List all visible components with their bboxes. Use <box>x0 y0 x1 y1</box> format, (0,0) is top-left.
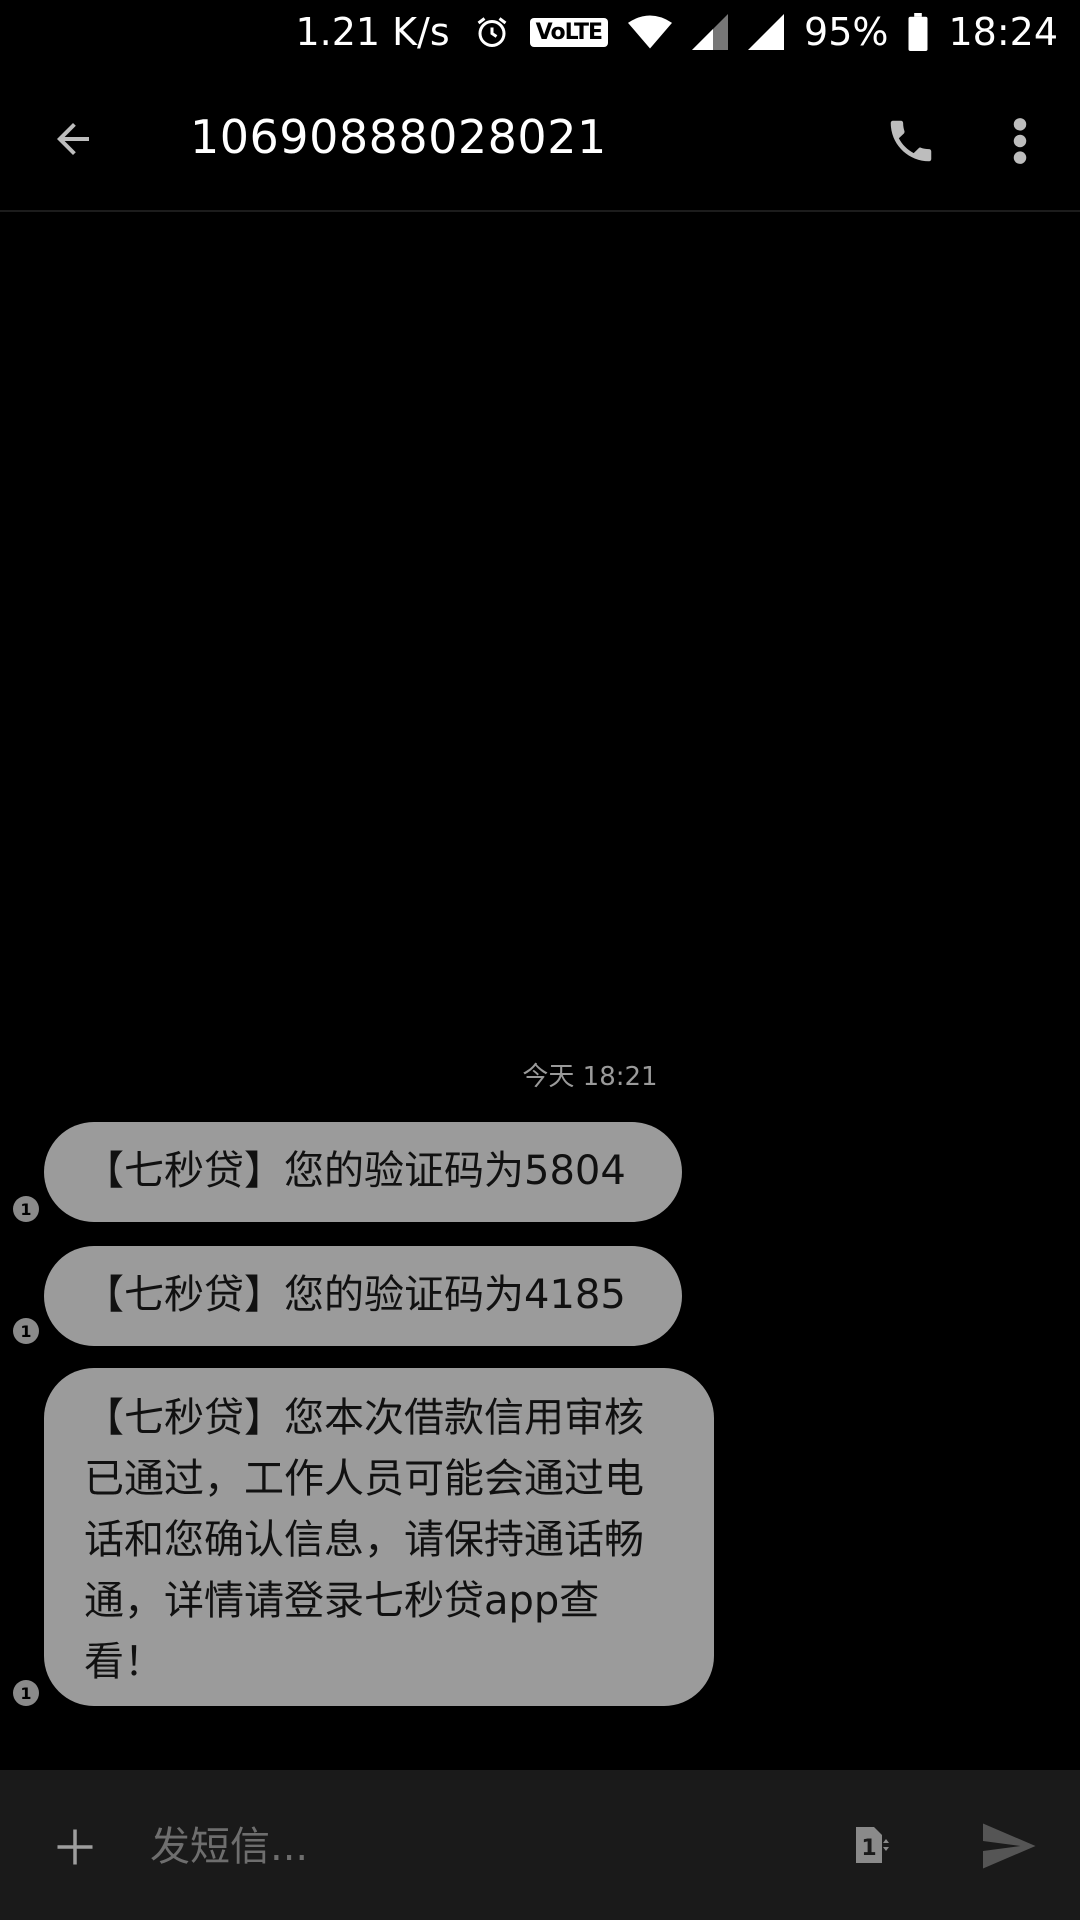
message-bubble[interactable]: 【七秒贷】您的验证码为4185 <box>44 1246 682 1346</box>
sim-indicator-icon: 1 <box>13 1196 39 1222</box>
sim-label: 1 <box>861 1836 876 1861</box>
sim-card-icon: 1 <box>856 1827 889 1863</box>
send-icon <box>983 1823 1036 1869</box>
back-button[interactable] <box>38 104 108 174</box>
wifi-icon <box>628 15 673 49</box>
back-arrow-icon <box>57 123 89 155</box>
signal-icon <box>748 14 785 50</box>
message-input[interactable] <box>148 1808 792 1886</box>
status-bar: 1.21 K/s VoLTE 95% 18:24 <box>0 0 1080 64</box>
sim-indicator-icon: 1 <box>13 1680 39 1706</box>
battery-percent: 95% <box>804 10 889 54</box>
clock: 18:24 <box>948 10 1058 54</box>
call-button[interactable] <box>876 106 946 176</box>
message-text: 【七秒贷】您的验证码为4185 <box>84 1272 626 1318</box>
send-button[interactable] <box>972 1810 1044 1882</box>
sim-select-button[interactable]: 1 <box>840 1810 900 1880</box>
message-text: 【七秒贷】您的验证码为5804 <box>84 1148 626 1194</box>
attach-button[interactable] <box>50 1812 100 1882</box>
alarm-icon <box>474 14 510 50</box>
more-options-button[interactable] <box>990 106 1050 176</box>
message-bubble[interactable]: 【七秒贷】您本次借款信用审核已通过，工作人员可能会通过电话和您确认信息，请保持通… <box>44 1368 714 1706</box>
contact-title: 10690888028021 <box>190 110 607 164</box>
volte-icon: VoLTE <box>529 17 609 47</box>
message-bubble[interactable]: 【七秒贷】您的验证码为5804 <box>44 1122 682 1222</box>
add-icon <box>57 1829 93 1865</box>
app-bar: 10690888028021 <box>0 64 1080 212</box>
signal-icon <box>692 14 729 50</box>
message-text: 【七秒贷】您本次借款信用审核已通过，工作人员可能会通过电话和您确认信息，请保持通… <box>84 1395 644 1685</box>
battery-icon <box>908 13 928 51</box>
composer-bar: 1 <box>0 1770 1080 1920</box>
network-speed: 1.21 K/s <box>295 10 450 54</box>
phone-icon <box>890 120 932 162</box>
conversation-timestamp: 今天 18:21 <box>522 1062 658 1092</box>
more-vert-icon <box>1013 118 1027 164</box>
messaging-screen: 1.21 K/s VoLTE 95% 18:24 10690888028021 <box>0 0 1080 1920</box>
sim-indicator-icon: 1 <box>13 1318 39 1344</box>
